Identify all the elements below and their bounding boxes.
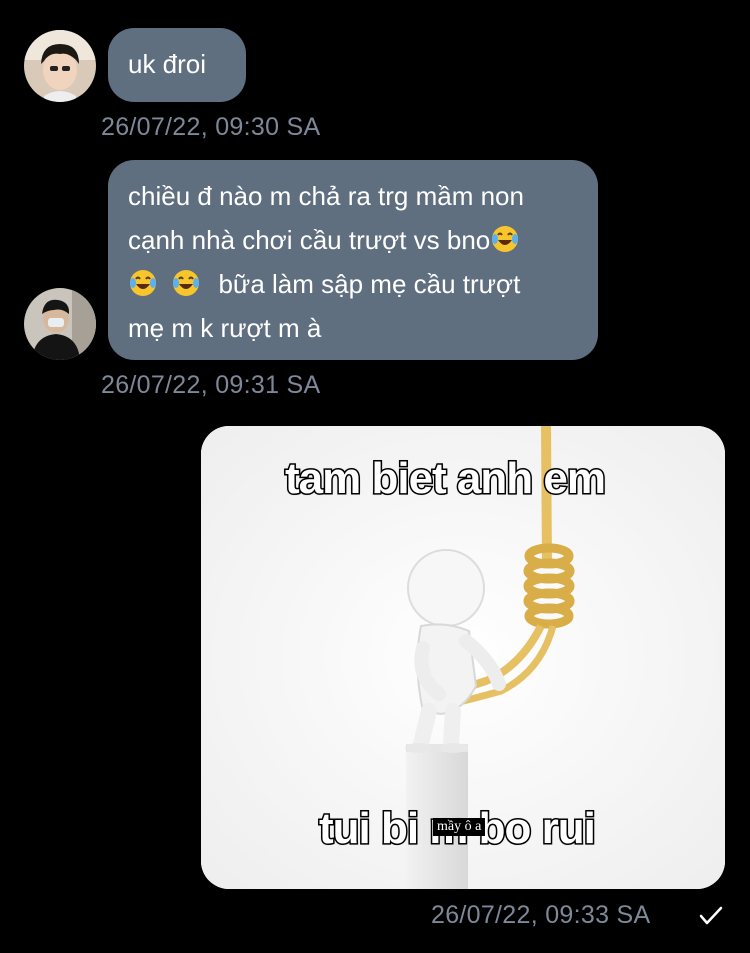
- avatar-photo-1: [24, 30, 96, 102]
- message-timestamp-1: 26/07/22, 09:30 SA: [101, 113, 321, 141]
- message-text: uk đroi: [128, 49, 207, 79]
- message-bubble-2[interactable]: chiều đ nào m chả ra trg mầm non cạnh nh…: [108, 160, 598, 360]
- message-line-2-text: cạnh nhà chơi cầu trượt vs bno: [128, 225, 491, 255]
- message-line-2: cạnh nhà chơi cầu trượt vs bno: [128, 218, 578, 262]
- message-line-4: mẹ m k rượt m à: [128, 313, 322, 343]
- message-bubble-1[interactable]: uk đroi: [108, 28, 246, 102]
- avatar-sender-2[interactable]: [24, 288, 96, 360]
- message-timestamp-3: 26/07/22, 09:33 SA: [431, 901, 651, 929]
- tears-of-joy-emoji-icon: [171, 267, 201, 297]
- meme-top-caption: tam biet anh em: [284, 453, 608, 505]
- video-subtitle: mầy ô a: [433, 818, 486, 836]
- message-line-1: chiều đ nào m chả ra trg mầm non: [128, 181, 524, 211]
- message-timestamp-2: 26/07/22, 09:31 SA: [101, 371, 321, 399]
- tears-of-joy-emoji-icon: [128, 267, 158, 297]
- avatar-photo-2: [24, 288, 96, 360]
- message-line-3-text: bữa làm sập mẹ cầu trượt: [218, 269, 521, 299]
- message-line-3: bữa làm sập mẹ cầu trượt: [128, 262, 578, 306]
- avatar-sender-1[interactable]: [24, 30, 96, 102]
- image-message[interactable]: tam biet anh em tui bi m bo rui mầy ô a: [201, 426, 725, 889]
- tears-of-joy-emoji-icon: [490, 223, 520, 253]
- check-icon: [699, 906, 723, 925]
